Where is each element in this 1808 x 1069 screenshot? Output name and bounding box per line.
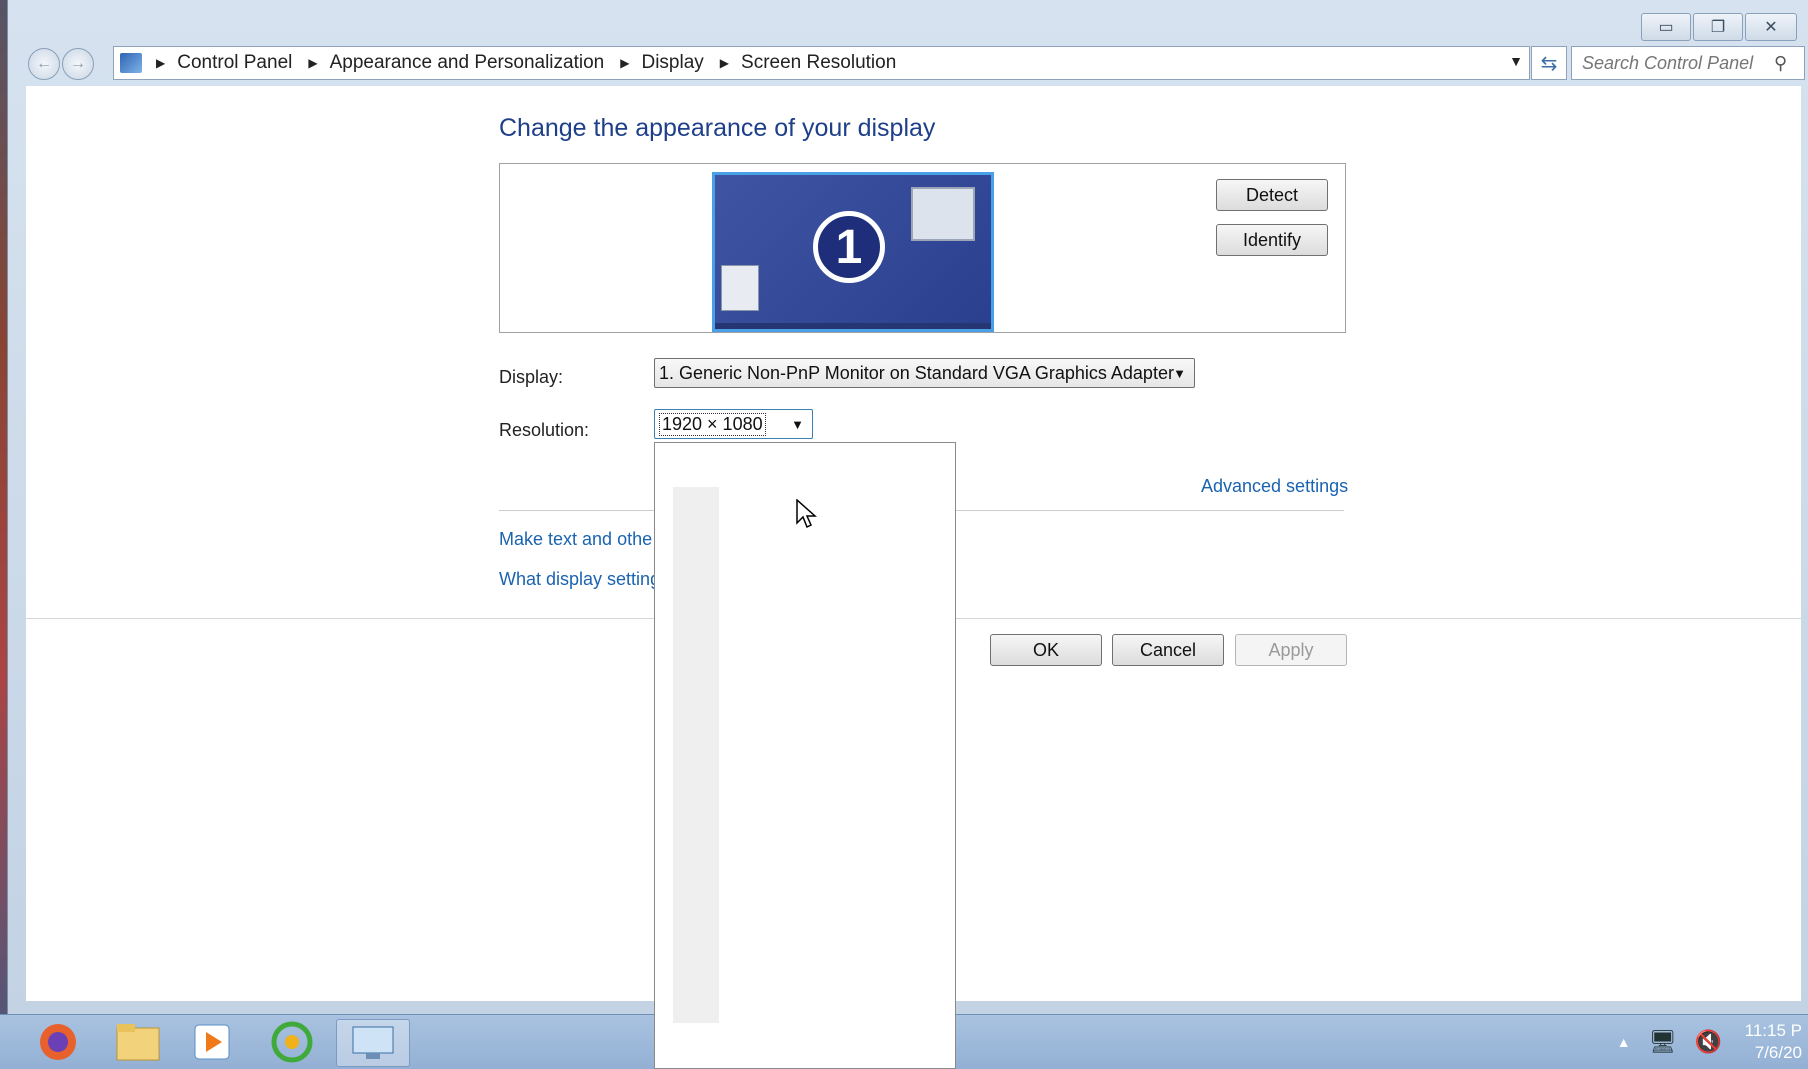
minimize-icon: ▭ bbox=[1658, 19, 1674, 36]
clock-time: 11:15 P bbox=[1744, 1021, 1802, 1040]
media-player-taskbar-button[interactable] bbox=[182, 1019, 242, 1065]
close-button[interactable]: ✕ bbox=[1745, 13, 1797, 41]
chevron-down-icon: ▼ bbox=[791, 416, 804, 432]
minimize-button[interactable]: ▭ bbox=[1641, 13, 1691, 41]
breadcrumb-display[interactable]: Display bbox=[641, 52, 703, 74]
detect-button[interactable]: Detect bbox=[1216, 179, 1328, 211]
control-panel-taskbar-button[interactable] bbox=[336, 1019, 410, 1067]
page-title: Change the appearance of your display bbox=[499, 114, 936, 142]
media-player-icon bbox=[194, 1024, 230, 1060]
folder-icon bbox=[116, 1024, 160, 1061]
text-size-link[interactable]: Make text and othe bbox=[499, 529, 652, 550]
control-panel-window: ▭ ❐ ✕ ← → ▶ Control Panel ▶ Appearance and… bbox=[7, 0, 1808, 1069]
breadcrumb-screen-resolution[interactable]: Screen Resolution bbox=[741, 52, 896, 74]
breadcrumb-arrow-icon[interactable]: ▶ bbox=[620, 56, 629, 70]
green-app-icon bbox=[271, 1021, 313, 1063]
monitor-thumbnail[interactable]: 1 bbox=[712, 172, 994, 332]
display-select[interactable]: 1. Generic Non-PnP Monitor on Standard V… bbox=[654, 358, 1195, 388]
system-tray: ▲ 🖥 🔇 11:15 P 7/6/20 bbox=[1617, 1015, 1808, 1069]
control-panel-icon bbox=[120, 53, 142, 73]
display-settings-icon bbox=[352, 1026, 394, 1059]
apply-button: Apply bbox=[1235, 634, 1347, 666]
navigation-bar: ← → ▶ Control Panel ▶ Appearance and Perso… bbox=[18, 46, 1805, 80]
search-box[interactable]: ⚲ bbox=[1571, 46, 1805, 80]
breadcrumb-control-panel[interactable]: Control Panel bbox=[177, 52, 292, 74]
volume-muted-icon[interactable]: 🔇 bbox=[1695, 1029, 1722, 1055]
forward-button[interactable]: → bbox=[62, 48, 94, 80]
maximize-icon: ❐ bbox=[1710, 19, 1726, 36]
maximize-button[interactable]: ❐ bbox=[1693, 13, 1743, 41]
main-content: Change the appearance of your display 1 … bbox=[26, 86, 1801, 1069]
app-taskbar-button[interactable] bbox=[262, 1019, 322, 1065]
forward-arrow-icon: → bbox=[70, 55, 86, 72]
clock-date: 7/6/20 bbox=[1754, 1043, 1802, 1062]
display-settings-help-link[interactable]: What display setting bbox=[499, 569, 660, 590]
display-select-value: 1. Generic Non-PnP Monitor on Standard V… bbox=[659, 362, 1174, 383]
advanced-settings-link[interactable]: Advanced settings bbox=[1201, 476, 1348, 497]
back-button[interactable]: ← bbox=[28, 48, 60, 80]
mouse-pointer-icon bbox=[796, 499, 817, 529]
search-icon[interactable]: ⚲ bbox=[1774, 53, 1787, 74]
refresh-icon: ⇆ bbox=[1540, 52, 1558, 75]
breadcrumb-arrow-icon[interactable]: ▶ bbox=[308, 56, 317, 70]
refresh-button[interactable]: ⇆ bbox=[1531, 46, 1567, 80]
breadcrumb-arrow-icon[interactable]: ▶ bbox=[156, 56, 165, 70]
identify-button[interactable]: Identify bbox=[1216, 224, 1328, 256]
close-icon: ✕ bbox=[1764, 19, 1778, 36]
search-input[interactable] bbox=[1580, 51, 1774, 75]
resolution-select[interactable]: 1920 × 1080 ▼ bbox=[654, 409, 813, 439]
network-icon[interactable]: 🖥 bbox=[1649, 1029, 1677, 1055]
address-dropdown-icon[interactable]: ▼ bbox=[1509, 53, 1523, 69]
monitor-taskbar-graphic bbox=[715, 323, 991, 329]
display-preview-panel: 1 Detect Identify bbox=[499, 163, 1346, 333]
monitor-window-graphic bbox=[911, 187, 975, 241]
firefox-icon bbox=[40, 1024, 76, 1060]
resolution-select-value: 1920 × 1080 bbox=[659, 412, 766, 436]
ok-button[interactable]: OK bbox=[990, 634, 1102, 666]
window-controls: ▭ ❐ ✕ bbox=[1641, 13, 1797, 41]
display-label: Display: bbox=[499, 367, 564, 387]
breadcrumb-appearance[interactable]: Appearance and Personalization bbox=[330, 52, 605, 74]
monitor-number-badge: 1 bbox=[813, 211, 885, 283]
resolution-slider-track[interactable] bbox=[673, 487, 719, 1023]
show-hidden-icons-icon[interactable]: ▲ bbox=[1617, 1034, 1631, 1050]
firefox-taskbar-button[interactable] bbox=[28, 1019, 88, 1065]
clock[interactable]: 11:15 P 7/6/20 bbox=[1740, 1020, 1802, 1064]
resolution-dropdown-list[interactable] bbox=[654, 442, 956, 1069]
desktop-edge bbox=[0, 0, 7, 1014]
address-bar[interactable]: ▶ Control Panel ▶ Appearance and Personali… bbox=[113, 46, 1530, 80]
back-arrow-icon: ← bbox=[36, 55, 52, 72]
resolution-label: Resolution: bbox=[499, 420, 590, 440]
file-explorer-taskbar-button[interactable] bbox=[108, 1019, 168, 1065]
cancel-button[interactable]: Cancel bbox=[1112, 634, 1224, 666]
chevron-down-icon: ▼ bbox=[1173, 365, 1186, 381]
monitor-panel-graphic bbox=[721, 265, 759, 311]
breadcrumb-arrow-icon[interactable]: ▶ bbox=[720, 56, 729, 70]
